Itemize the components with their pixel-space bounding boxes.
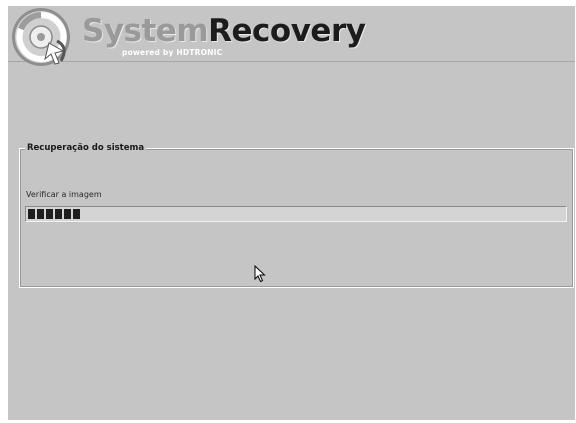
header-bar: SystemRecovery powered by HDTRONIC <box>8 6 575 66</box>
recovery-group-box: Recuperação do sistema Verificar a image… <box>19 142 574 288</box>
recovery-screen: SystemRecovery powered by HDTRONIC Recup… <box>8 6 575 420</box>
progress-bar <box>25 206 567 222</box>
progress-block <box>73 209 80 219</box>
recovery-disc-icon <box>12 8 70 66</box>
progress-fill <box>28 209 80 219</box>
progress-block <box>28 209 35 219</box>
progress-block <box>37 209 44 219</box>
group-title: Recuperação do sistema <box>25 142 147 154</box>
brand-title: SystemRecovery <box>82 13 366 49</box>
brand-word-system: System <box>82 13 209 49</box>
progress-block <box>55 209 62 219</box>
progress-block <box>64 209 71 219</box>
mouse-pointer-icon <box>254 265 266 283</box>
progress-block <box>46 209 53 219</box>
status-label: Verificar a imagem <box>26 190 102 199</box>
brand-word-recovery: Recovery <box>208 13 366 49</box>
brand-tagline: powered by HDTRONIC <box>122 48 223 57</box>
